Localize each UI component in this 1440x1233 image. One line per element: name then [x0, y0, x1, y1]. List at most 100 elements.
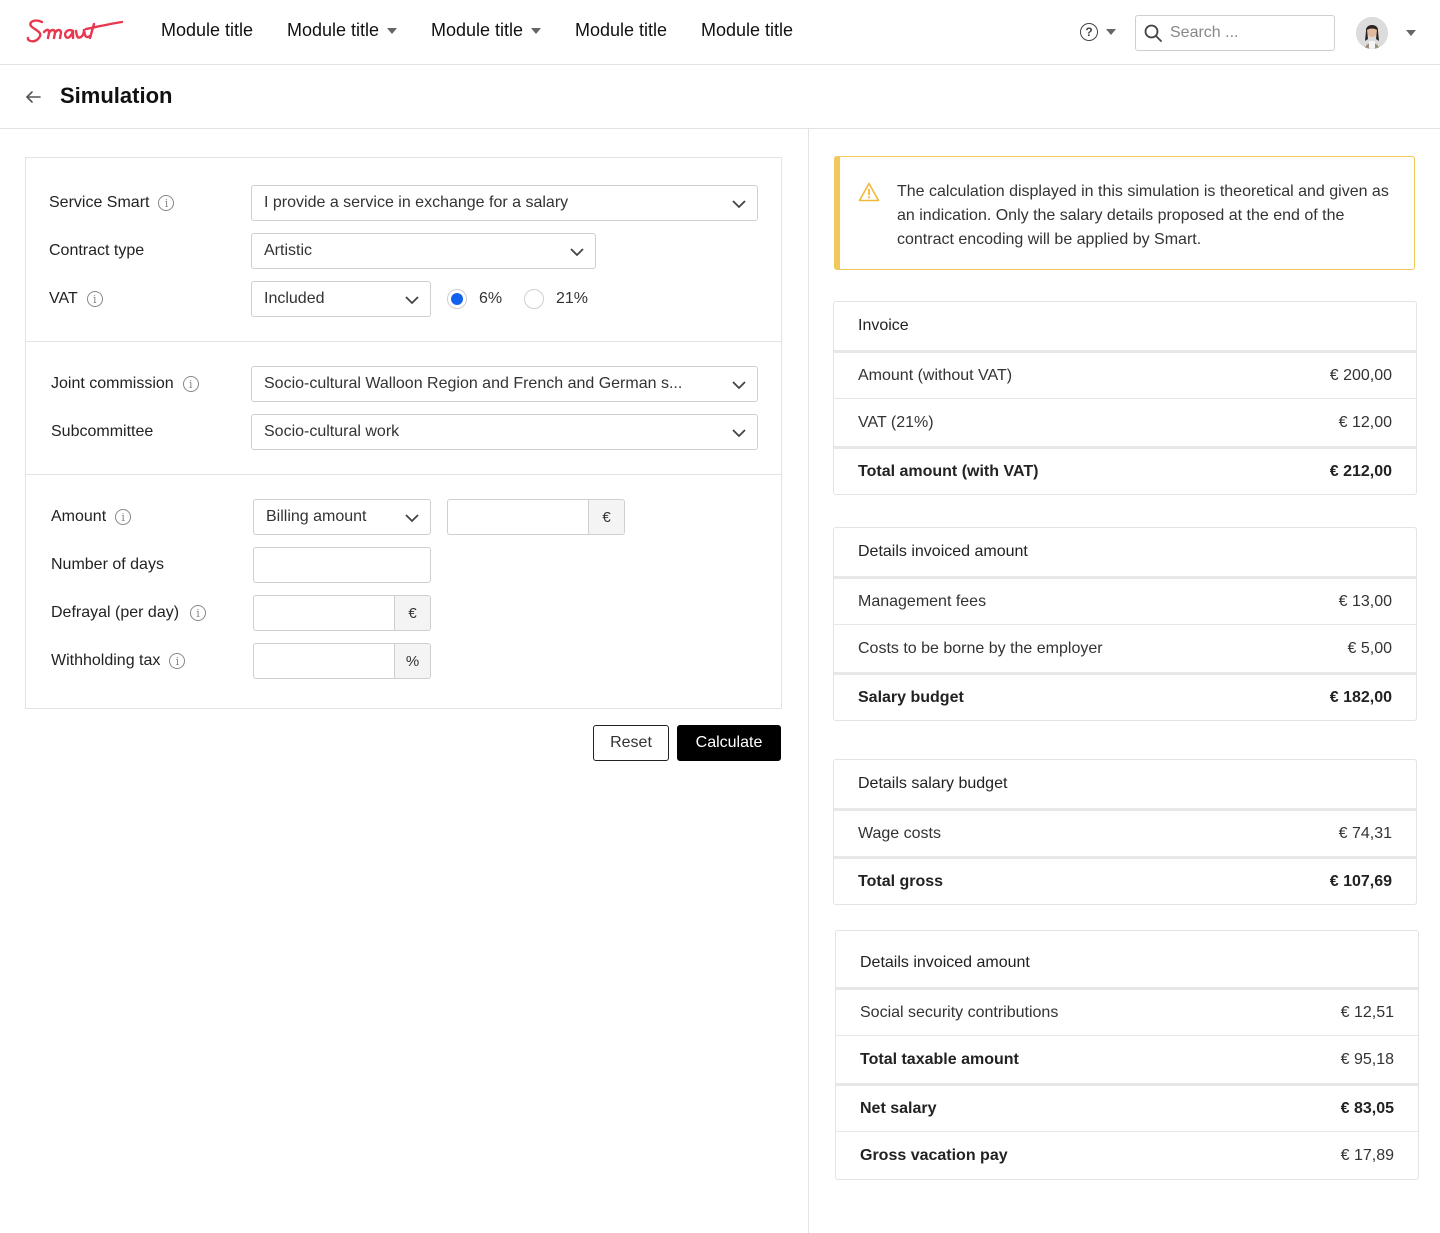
joint-commission-select[interactable]: Socio-cultural Walloon Region and French…: [251, 366, 758, 402]
vat-radio-6[interactable]: 6%: [447, 289, 502, 309]
chevron-down-icon: [405, 514, 419, 523]
label-text: Defrayal (per day): [51, 604, 180, 621]
select-value: Socio-cultural work: [264, 423, 400, 440]
table-row: Gross vacation pay € 17,89: [836, 1131, 1418, 1179]
number-of-days-field[interactable]: [253, 547, 431, 583]
amount-field[interactable]: €: [447, 499, 625, 535]
row-label: Salary budget: [858, 688, 964, 706]
subcommittee-label: Subcommittee: [51, 423, 153, 441]
info-icon[interactable]: i: [169, 653, 186, 669]
radio-label: 6%: [479, 290, 503, 307]
user-menu-caret-icon[interactable]: [1406, 30, 1416, 36]
row-value: € 107,69: [1329, 872, 1392, 890]
nav-item-5[interactable]: Module title: [701, 20, 793, 41]
defrayal-input[interactable]: [254, 596, 394, 630]
chevron-down-icon: [732, 381, 746, 390]
table-row-total: Total gross € 107,69: [834, 856, 1416, 904]
arrow-left-icon[interactable]: [24, 87, 44, 107]
row-value: € 74,31: [1338, 824, 1392, 842]
info-icon[interactable]: i: [158, 195, 175, 211]
row-label: Total gross: [858, 872, 944, 890]
user-photo-icon: [1356, 17, 1388, 49]
number-of-days-label: Number of days: [51, 556, 164, 574]
card-title-text: Details salary budget: [858, 775, 1008, 792]
withholding-tax-input[interactable]: [254, 644, 394, 678]
label-text: Service Smart: [49, 194, 150, 211]
warning-icon: [858, 182, 880, 202]
number-of-days-input[interactable]: [254, 548, 430, 582]
row-label: Costs to be borne by the employer: [858, 639, 1103, 657]
help-menu-button[interactable]: ?: [1080, 23, 1116, 41]
vat-select[interactable]: Included: [251, 281, 431, 317]
nav-item-label: Module title: [161, 20, 254, 40]
percent-addon: %: [394, 644, 430, 678]
radio-selected-icon: [447, 289, 467, 309]
page-header: Simulation: [0, 65, 1440, 129]
service-smart-select[interactable]: I provide a service in exchange for a sa…: [251, 185, 758, 221]
invoice-card: Invoice Amount (without VAT) € 200,00 VAT…: [833, 301, 1417, 495]
user-avatar[interactable]: [1356, 17, 1388, 49]
section-divider: [26, 474, 781, 475]
alert-text: The calculation displayed in this simula…: [897, 183, 1389, 248]
invoiced-amount-details-card: Details invoiced amount Management fees €…: [833, 527, 1417, 721]
euro-addon: €: [588, 500, 624, 534]
withholding-tax-field[interactable]: %: [253, 643, 431, 679]
reset-button[interactable]: Reset: [593, 725, 669, 761]
table-row: Amount (without VAT) € 200,00: [834, 350, 1416, 398]
contract-type-select[interactable]: Artistic: [251, 233, 596, 269]
row-value: € 182,00: [1329, 688, 1392, 706]
chevron-down-icon: [405, 296, 419, 305]
nav-item-2[interactable]: Module title: [287, 20, 398, 41]
table-row: Wage costs € 74,31: [834, 808, 1416, 856]
select-value: Billing amount: [266, 508, 367, 525]
nav-item-4[interactable]: Module title: [575, 20, 667, 41]
table-row: Total taxable amount € 95,18: [836, 1035, 1418, 1083]
label-text: Joint commission: [51, 375, 174, 392]
vat-radio-21[interactable]: 21%: [524, 289, 588, 309]
info-icon[interactable]: i: [86, 291, 103, 307]
card-title: Details invoiced amount: [836, 931, 1418, 987]
row-label: Management fees: [858, 592, 987, 610]
info-icon[interactable]: i: [190, 605, 207, 621]
row-value: € 17,89: [1340, 1146, 1394, 1164]
caret-down-icon: [531, 27, 542, 34]
contract-type-label: Contract type: [49, 242, 144, 260]
row-value: € 12,00: [1338, 413, 1392, 431]
chevron-down-icon: [570, 248, 584, 257]
radio-label: 21%: [556, 290, 589, 307]
row-value: € 95,18: [1340, 1050, 1394, 1068]
card-title-text: Invoice: [858, 317, 909, 334]
amount-label: Amount i: [51, 508, 132, 526]
amount-input[interactable]: [448, 500, 588, 534]
nav-item-1[interactable]: Module title: [161, 20, 253, 41]
nav-item-3[interactable]: Module title: [431, 20, 542, 41]
radio-unselected-icon: [524, 289, 544, 309]
card-title: Invoice: [834, 302, 1416, 350]
info-icon[interactable]: i: [115, 509, 132, 525]
calculate-button[interactable]: Calculate: [677, 725, 781, 761]
subcommittee-select[interactable]: Socio-cultural work: [251, 414, 758, 450]
card-title: Details invoiced amount: [834, 528, 1416, 576]
label-text: VAT: [49, 290, 78, 307]
table-row-total: Salary budget € 182,00: [834, 672, 1416, 720]
salary-budget-details-card: Details salary budget Wage costs € 74,31 …: [833, 759, 1417, 905]
row-label: Gross vacation pay: [860, 1146, 1008, 1164]
table-row: VAT (21%) € 12,00: [834, 398, 1416, 446]
search-box[interactable]: [1135, 15, 1335, 51]
smart-logo[interactable]: [24, 14, 126, 48]
row-label: Net salary: [860, 1099, 937, 1117]
defrayal-field[interactable]: €: [253, 595, 431, 631]
label-text: Number of days: [51, 556, 164, 573]
row-value: € 200,00: [1329, 366, 1392, 384]
info-icon[interactable]: i: [182, 376, 199, 392]
select-value: Socio-cultural Walloon Region and French…: [264, 375, 683, 392]
row-value: € 5,00: [1347, 639, 1392, 657]
label-text: Contract type: [49, 242, 145, 259]
card-title-text: Details invoiced amount: [860, 954, 1030, 971]
page-title: Simulation: [60, 83, 173, 108]
amount-type-select[interactable]: Billing amount: [253, 499, 431, 535]
search-input[interactable]: [1170, 24, 1320, 42]
service-smart-label: Service Smart i: [49, 194, 175, 212]
nav-item-label: Module title: [575, 20, 668, 40]
select-value: Included: [264, 290, 325, 307]
